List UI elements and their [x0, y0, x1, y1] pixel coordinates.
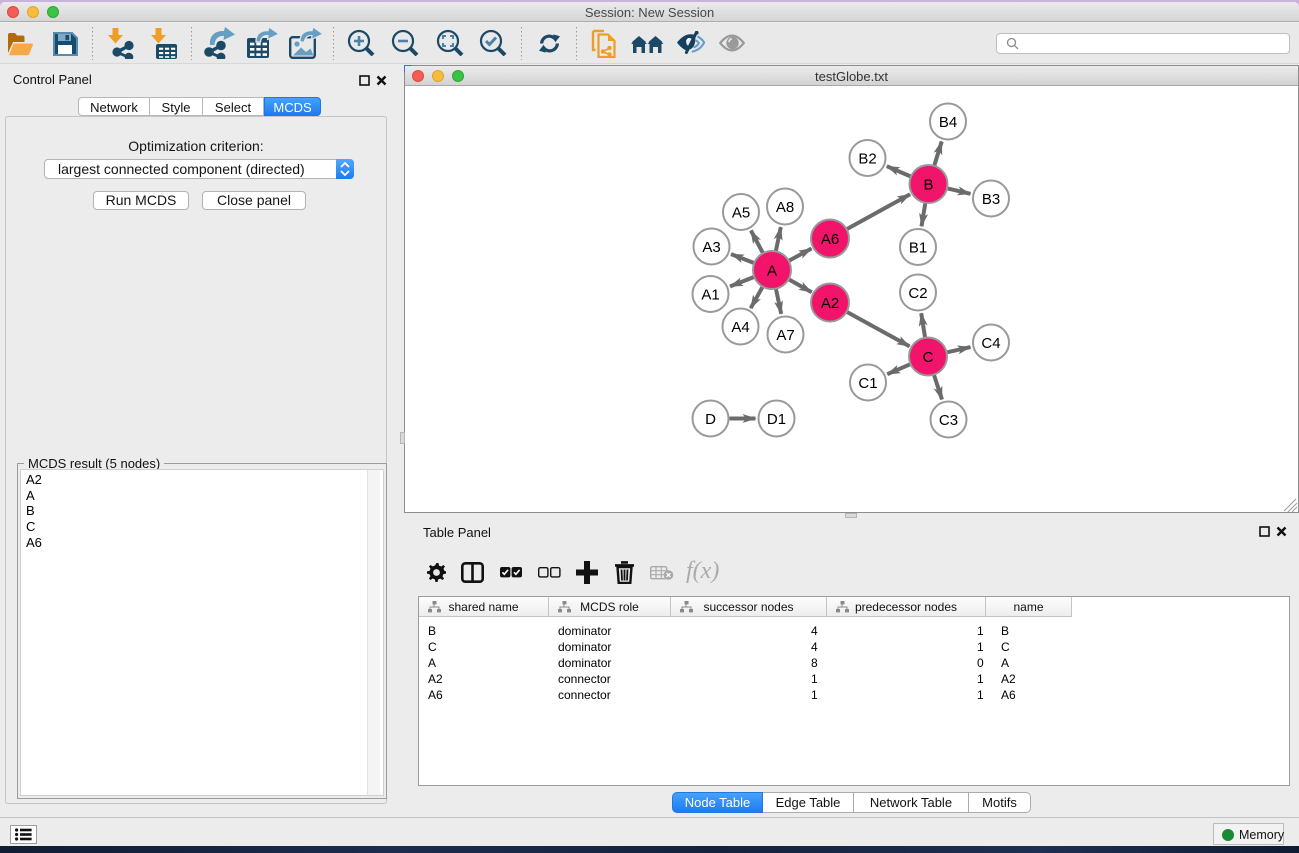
svg-text:B4: B4 [939, 114, 957, 131]
svg-text:B3: B3 [982, 191, 1000, 208]
svg-text:A6: A6 [821, 231, 839, 248]
svg-text:A3: A3 [702, 239, 720, 256]
svg-text:C3: C3 [939, 412, 958, 429]
svg-text:A4: A4 [731, 319, 749, 336]
svg-text:C1: C1 [858, 375, 877, 392]
svg-text:C: C [923, 349, 934, 366]
svg-text:C2: C2 [908, 285, 927, 302]
svg-text:B1: B1 [909, 240, 927, 257]
svg-text:B: B [923, 177, 933, 194]
svg-text:D: D [705, 411, 716, 428]
svg-text:C4: C4 [981, 335, 1000, 352]
svg-text:A5: A5 [732, 205, 750, 222]
svg-text:A1: A1 [701, 287, 719, 304]
svg-text:A2: A2 [821, 295, 839, 312]
svg-text:A8: A8 [776, 199, 794, 216]
svg-text:D1: D1 [767, 411, 786, 428]
svg-text:A7: A7 [776, 327, 794, 344]
svg-text:B2: B2 [858, 151, 876, 168]
svg-text:A: A [767, 263, 777, 280]
